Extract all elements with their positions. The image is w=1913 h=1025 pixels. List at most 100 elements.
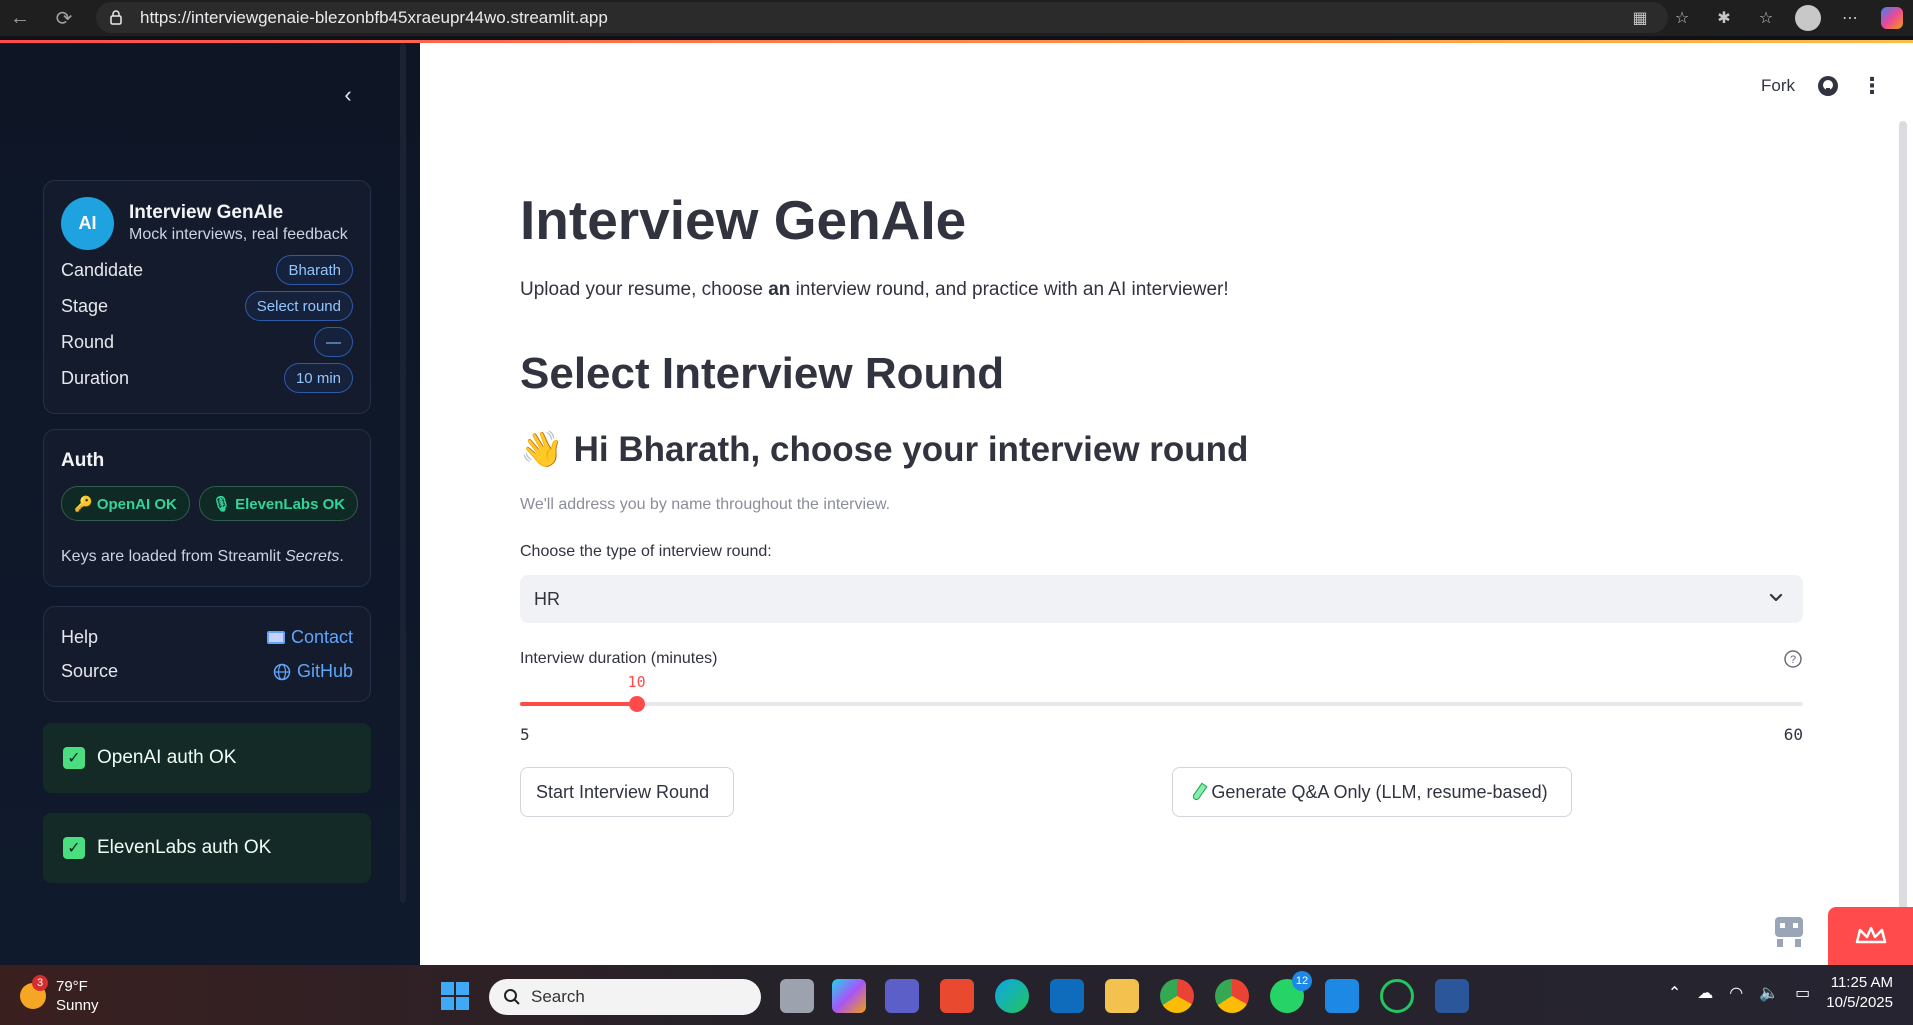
extensions-icon[interactable]: ✱ <box>1703 0 1745 36</box>
checkmark-icon: ✓ <box>63 747 85 769</box>
help-row: Help Contact <box>61 627 353 648</box>
edge-icon[interactable] <box>995 979 1029 1013</box>
stage-pill: Select round <box>244 291 353 321</box>
weather-widget[interactable]: 3 79°F Sunny <box>20 975 99 1015</box>
address-bar[interactable]: https://interviewgenaie-blezonbfb45xraeu… <box>96 2 1668 33</box>
auth-card: Auth 🔑 OpenAI OK 🎙 ElevenLabs OK Keys ar… <box>43 429 371 587</box>
round-select-value: HR <box>534 588 560 609</box>
main-menu-icon[interactable]: ⋮ <box>1861 73 1883 99</box>
test-tube-icon <box>1191 782 1208 802</box>
elevenlabs-auth-success: ✓ ElevenLabs auth OK <box>43 813 371 883</box>
profile-icon[interactable] <box>1787 0 1829 36</box>
favorite-star-icon[interactable]: ☆ <box>1661 0 1703 36</box>
chevron-down-icon <box>1769 593 1783 602</box>
section-title: Select Interview Round <box>520 349 1005 398</box>
favorites-icon[interactable]: ☆ <box>1745 0 1787 36</box>
brand-title: Interview GenAIe <box>129 201 284 223</box>
main-scrollbar[interactable] <box>1899 121 1907 961</box>
vscode-icon[interactable] <box>1325 979 1359 1013</box>
svg-text:?: ? <box>1790 654 1796 666</box>
contact-link[interactable]: Contact <box>266 627 353 648</box>
round-select-label: Choose the type of interview round: <box>520 543 772 560</box>
brand-subtitle: Mock interviews, real feedback <box>129 225 348 243</box>
volume-icon[interactable]: 🔈 <box>1759 983 1779 1003</box>
wave-icon: 👋 <box>520 430 564 469</box>
help-label: Help <box>61 627 99 647</box>
copilot-icon[interactable] <box>1871 0 1913 36</box>
slider-value: 10 <box>627 673 646 691</box>
page-title: Interview GenAIe <box>520 189 967 251</box>
email-icon <box>266 631 285 644</box>
windows-start-icon[interactable] <box>441 982 469 1010</box>
battery-icon[interactable]: ▭ <box>1795 983 1810 1003</box>
copilot-app-icon[interactable] <box>832 979 866 1013</box>
duration-pill: 10 min <box>283 363 353 393</box>
streamlit-mascot-icon <box>1775 917 1803 947</box>
openai-ok-badge: 🔑 OpenAI OK <box>61 486 190 521</box>
duration-label: Duration <box>61 367 130 388</box>
browser-toolbar: ← ⟳ https://interviewgenaie-blezonbfb45x… <box>0 0 1913 36</box>
sidebar: ‹ AI Interview GenAIe Mock interviews, r… <box>0 43 420 965</box>
avatar: AI <box>61 197 114 250</box>
collapse-sidebar-icon[interactable]: ‹ <box>336 82 360 107</box>
round-row: Round — <box>61 327 353 357</box>
lock-icon <box>110 10 122 25</box>
chevron-up-icon[interactable]: ⌃ <box>1668 983 1681 1003</box>
candidate-pill: Bharath <box>276 255 353 285</box>
greeting-heading: 👋 Hi Bharath, choose your interview roun… <box>520 429 1249 470</box>
auth-note: Keys are loaded from Streamlit Secrets. <box>61 548 344 565</box>
source-label: Source <box>61 661 119 681</box>
app-toolbar: Fork ⋮ <box>1761 73 1883 99</box>
checkmark-icon: ✓ <box>63 837 85 859</box>
duration-row: Duration 10 min <box>61 363 353 393</box>
streamlit-badge[interactable] <box>1828 907 1913 965</box>
search-icon <box>504 989 520 1005</box>
weather-desc: Sunny <box>56 997 99 1014</box>
app-icon[interactable] <box>940 979 974 1013</box>
outlook-icon[interactable] <box>1050 979 1084 1013</box>
stage-label: Stage <box>61 295 109 316</box>
session-card: AI Interview GenAIe Mock interviews, rea… <box>43 180 371 414</box>
file-explorer-icon[interactable] <box>1105 979 1139 1013</box>
round-label: Round <box>61 331 115 352</box>
generate-qa-button[interactable]: Generate Q&A Only (LLM, resume-based) <box>1172 767 1572 817</box>
refresh-icon[interactable]: ⟳ <box>50 4 78 32</box>
apps-icon[interactable]: ▦ <box>1619 0 1661 36</box>
greeting-caption: We'll address you by name throughout the… <box>520 496 891 513</box>
word-icon[interactable] <box>1435 979 1469 1013</box>
github-link[interactable]: GitHub <box>273 661 353 682</box>
taskbar-search[interactable]: Search <box>489 979 761 1015</box>
more-menu-icon[interactable]: ⋯ <box>1829 0 1871 36</box>
help-icon[interactable]: ? <box>1783 649 1803 669</box>
weather-temp: 79°F <box>56 978 88 995</box>
chrome-icon[interactable] <box>1160 979 1194 1013</box>
fork-button[interactable]: Fork <box>1761 76 1795 96</box>
duration-slider[interactable] <box>520 696 1803 712</box>
loading-app-icon[interactable] <box>1380 979 1414 1013</box>
openai-auth-success: ✓ OpenAI auth OK <box>43 723 371 793</box>
duration-slider-label: Interview duration (minutes) <box>520 650 718 667</box>
task-view-icon[interactable] <box>780 979 814 1013</box>
crown-icon <box>1855 926 1886 944</box>
wifi-icon[interactable]: ◠ <box>1729 983 1743 1003</box>
stage-row: Stage Select round <box>61 291 353 321</box>
start-interview-button[interactable]: Start Interview Round <box>520 767 734 817</box>
candidate-row: Candidate Bharath <box>61 255 353 285</box>
slider-max: 60 <box>1783 725 1803 744</box>
help-card: Help Contact Source GitHub <box>43 606 371 702</box>
clock[interactable]: 11:25 AM 10/5/2025 <box>1826 973 1893 1013</box>
brand: AI Interview GenAIe Mock interviews, rea… <box>61 197 348 250</box>
chrome-profile-icon[interactable] <box>1215 979 1249 1013</box>
slider-thumb[interactable] <box>628 696 645 712</box>
onedrive-icon[interactable]: ☁ <box>1697 983 1713 1003</box>
round-select[interactable]: HR <box>520 575 1803 623</box>
intro-text: Upload your resume, choose an interview … <box>520 279 1229 300</box>
whatsapp-icon[interactable]: 12 <box>1270 971 1312 1013</box>
sidebar-scrollbar[interactable] <box>400 43 406 903</box>
slider-fill <box>520 702 637 706</box>
teams-icon[interactable] <box>885 979 919 1013</box>
github-icon[interactable] <box>1817 75 1839 97</box>
weather-badge: 3 <box>32 975 48 991</box>
back-icon[interactable]: ← <box>6 4 34 32</box>
main-content: Fork ⋮ Interview GenAIe Upload your resu… <box>420 43 1913 965</box>
